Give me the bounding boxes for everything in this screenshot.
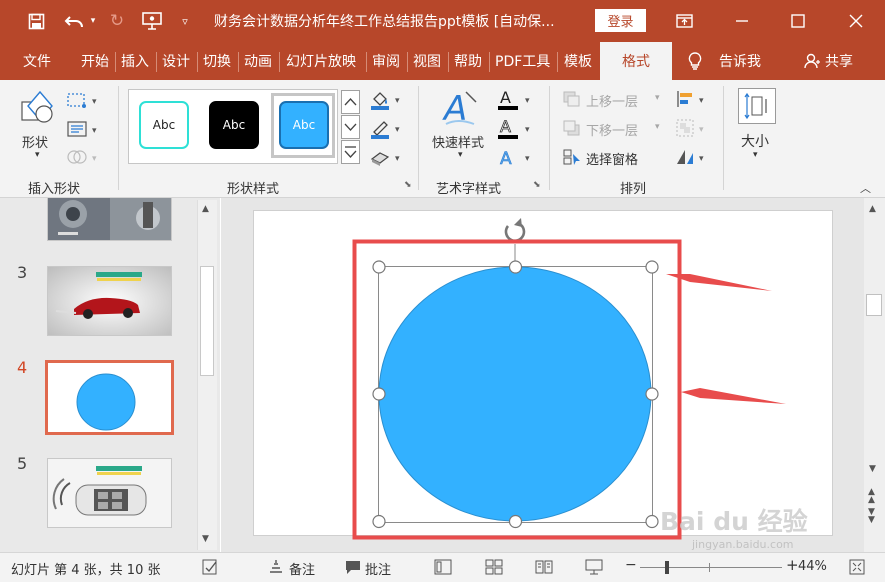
- scrollbar-thumb[interactable]: [866, 294, 882, 316]
- zoom-in-icon[interactable]: +: [786, 556, 799, 574]
- selection-overlay: [352, 218, 786, 540]
- slideshow-icon[interactable]: [585, 558, 603, 576]
- fit-to-window-icon[interactable]: [848, 558, 866, 576]
- zoom-slider-center-tick: [709, 563, 710, 572]
- scroll-up-icon[interactable]: ▲: [869, 204, 876, 214]
- spell-check-icon[interactable]: [201, 558, 219, 576]
- zoom-out-icon[interactable]: −: [625, 557, 637, 573]
- zoom-slider-track[interactable]: [640, 567, 782, 568]
- zoom-slider-thumb[interactable]: [665, 561, 669, 574]
- resize-handle[interactable]: [508, 260, 523, 274]
- scroll-down-icon[interactable]: ▼: [869, 464, 876, 474]
- notes-icon[interactable]: [268, 558, 284, 576]
- previous-slide-icon[interactable]: ▲ ▲: [868, 488, 875, 505]
- resize-handle[interactable]: [645, 260, 659, 274]
- red-arrow-annotation: [666, 274, 772, 291]
- watermark-url: jingyan.baidu.com: [692, 538, 794, 551]
- watermark-logo: Bai du 经验: [660, 507, 808, 536]
- status-bar: 幻灯片 第 4 张，共 10 张 备注 批注 − + 44%: [0, 552, 885, 582]
- resize-handle[interactable]: [508, 514, 523, 529]
- comments-button[interactable]: 批注: [365, 559, 391, 578]
- resize-handle[interactable]: [645, 514, 659, 529]
- resize-handle[interactable]: [372, 260, 386, 274]
- resize-handle[interactable]: [372, 514, 386, 529]
- blue-circle-shape[interactable]: [378, 266, 652, 522]
- rotate-handle-icon[interactable]: [504, 218, 526, 242]
- next-slide-icon[interactable]: ▼ ▼: [868, 508, 875, 525]
- notes-button[interactable]: 备注: [289, 559, 315, 578]
- resize-handle[interactable]: [372, 387, 386, 401]
- slide-scrollbar[interactable]: ▲ ▼ ▲ ▲ ▼ ▼: [864, 198, 885, 552]
- zoom-level[interactable]: 44%: [798, 559, 827, 574]
- slide-sorter-icon[interactable]: [485, 558, 503, 576]
- slide-counter: 幻灯片 第 4 张，共 10 张: [11, 563, 161, 578]
- reading-view-icon[interactable]: [535, 558, 553, 576]
- resize-handle[interactable]: [645, 387, 659, 401]
- normal-view-icon[interactable]: [434, 558, 452, 576]
- comments-icon[interactable]: [344, 558, 362, 576]
- red-arrow-annotation: [681, 388, 786, 404]
